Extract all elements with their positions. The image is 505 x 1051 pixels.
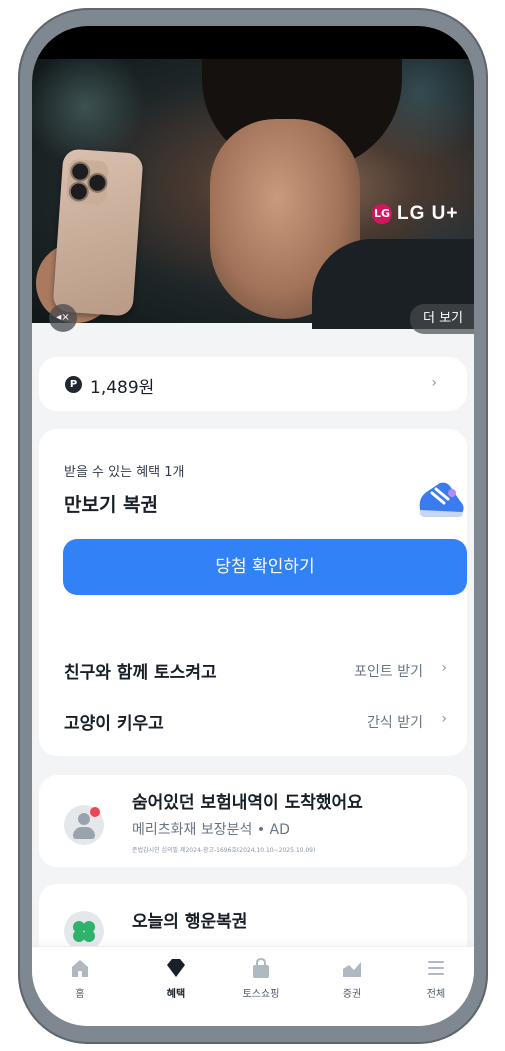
smartphone-image	[52, 148, 144, 317]
lg-uplus-logo: LG LG U+	[372, 201, 458, 227]
ad-subtitle: 메리츠화재 보장분석 • AD	[132, 822, 290, 838]
ad-fine-print: 준법감시인 심의필 제2024-광고-1696호(2024.10.10~2025…	[132, 847, 316, 854]
camera-lens	[88, 174, 107, 192]
home-icon	[72, 960, 88, 977]
tab-benefit[interactable]: 혜택	[146, 957, 206, 1000]
clover-icon-graphic	[73, 921, 95, 942]
bottom-tab-bar: 홈 혜택 토스쇼핑 증권 전체	[32, 946, 474, 1026]
camera-module	[66, 158, 109, 206]
chart-icon	[343, 962, 361, 977]
tab-label: 토스쇼핑	[242, 989, 280, 1000]
ad-title: 숨어있던 보험내역이 도착했어요	[132, 793, 363, 813]
user-icon	[64, 805, 104, 845]
tab-label: 증권	[342, 989, 362, 1000]
sneaker-icon	[419, 482, 464, 517]
mute-button[interactable]: ◂×	[49, 304, 77, 332]
benefit-card: 받을 수 있는 혜택 1개 만보기 복권 당첨 확인하기 친구와 함께 토스켜고…	[39, 429, 467, 756]
user-icon-head	[78, 813, 90, 825]
status-bar	[32, 26, 474, 59]
benefit-row-action: 포인트 받기	[354, 664, 423, 680]
tab-all[interactable]: 전체	[406, 957, 466, 1000]
brand-logo-text: LG U+	[397, 203, 459, 224]
shopping-bag-icon	[253, 957, 269, 978]
benefit-count-label: 받을 수 있는 혜택 1개	[64, 465, 185, 480]
insurance-ad-card[interactable]: 숨어있던 보험내역이 도착했어요 메리츠화재 보장분석 • AD 준법감시인 심…	[39, 775, 467, 867]
check-winning-button[interactable]: 당첨 확인하기	[63, 539, 467, 595]
points-card[interactable]: P 1,489원 ›	[39, 357, 467, 411]
tab-label: 전체	[426, 989, 446, 1000]
benefit-row-action: 간식 받기	[367, 715, 423, 731]
benefit-title: 만보기 복권	[64, 494, 159, 516]
mute-icon: ◂×	[56, 312, 70, 323]
tab-stock[interactable]: 증권	[322, 957, 382, 1000]
tab-shopping[interactable]: 토스쇼핑	[231, 957, 291, 1000]
notification-dot	[90, 807, 100, 817]
device-frame: LG LG U+ ◂× 더 보기 P 1,489원 › 받을 수 있는 혜택 1…	[18, 8, 488, 1044]
tab-home[interactable]: 홈	[50, 957, 110, 1000]
gem-icon	[167, 959, 185, 977]
benefit-row-label: 친구와 함께 토스켜고	[64, 663, 217, 683]
tab-label: 혜택	[166, 989, 186, 1000]
chevron-right-icon: ›	[441, 711, 447, 727]
app-screen: LG LG U+ ◂× 더 보기 P 1,489원 › 받을 수 있는 혜택 1…	[32, 26, 474, 1026]
lg-logo-icon: LG	[372, 204, 392, 224]
more-button[interactable]: 더 보기	[410, 304, 474, 334]
benefit-row-label: 고양이 키우고	[64, 714, 164, 734]
lucky-lottery-title: 오늘의 행운복권	[132, 912, 248, 932]
tab-label: 홈	[75, 989, 85, 1000]
point-icon: P	[65, 376, 82, 393]
menu-icon	[428, 961, 444, 975]
chevron-right-icon: ›	[441, 660, 447, 676]
user-icon-body	[73, 827, 95, 839]
chevron-right-icon: ›	[431, 375, 437, 391]
points-balance: 1,489원	[90, 378, 155, 398]
camera-lens	[70, 183, 88, 201]
clover-icon	[64, 911, 104, 951]
camera-lens	[71, 163, 89, 181]
